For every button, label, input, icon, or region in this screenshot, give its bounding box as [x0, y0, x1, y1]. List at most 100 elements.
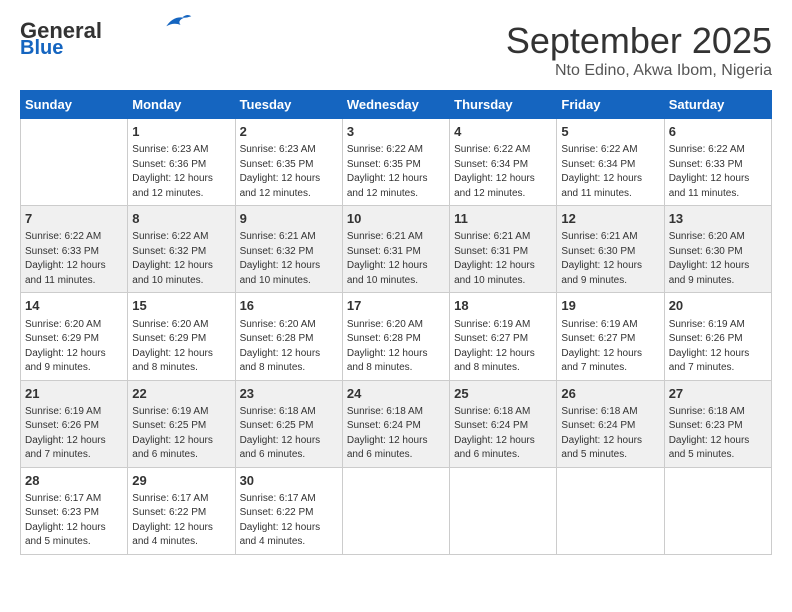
weekday-header-wednesday: Wednesday — [342, 91, 449, 119]
calendar-cell — [21, 119, 128, 206]
calendar-week-row: 21 Sunrise: 6:19 AM Sunset: 6:26 PM Dayli… — [21, 380, 772, 467]
day-number: 30 — [240, 472, 338, 490]
day-number: 11 — [454, 210, 552, 228]
day-info: Sunrise: 6:22 AM Sunset: 6:35 PM Dayligh… — [347, 143, 445, 201]
calendar-cell: 9 Sunrise: 6:21 AM Sunset: 6:32 PM Daylig… — [235, 206, 342, 293]
day-info: Sunrise: 6:23 AM Sunset: 6:35 PM Dayligh… — [240, 143, 338, 201]
calendar-cell: 13 Sunrise: 6:20 AM Sunset: 6:30 PM Dayli… — [664, 206, 771, 293]
calendar-cell — [557, 467, 664, 554]
calendar-cell: 8 Sunrise: 6:22 AM Sunset: 6:32 PM Daylig… — [128, 206, 235, 293]
day-info: Sunrise: 6:22 AM Sunset: 6:33 PM Dayligh… — [25, 230, 123, 288]
calendar-cell: 17Sunrise: 6:20 AM Sunset: 6:28 PM Dayli… — [342, 293, 449, 380]
title-block: September 2025 Nto Edino, Akwa Ibom, Nig… — [506, 20, 772, 80]
weekday-header-monday: Monday — [128, 91, 235, 119]
day-info: Sunrise: 6:22 AM Sunset: 6:34 PM Dayligh… — [454, 143, 552, 201]
calendar-cell: 7Sunrise: 6:22 AM Sunset: 6:33 PM Daylig… — [21, 206, 128, 293]
day-number: 15 — [132, 297, 230, 315]
calendar-cell: 12 Sunrise: 6:21 AM Sunset: 6:30 PM Dayli… — [557, 206, 664, 293]
day-info: Sunrise: 6:23 AM Sunset: 6:36 PM Dayligh… — [132, 143, 230, 201]
day-number: 16 — [240, 297, 338, 315]
day-info: Sunrise: 6:17 AM Sunset: 6:23 PM Dayligh… — [25, 492, 123, 550]
calendar-cell: 25Sunrise: 6:18 AM Sunset: 6:24 PM Dayli… — [450, 380, 557, 467]
day-info: Sunrise: 6:18 AM Sunset: 6:23 PM Dayligh… — [669, 405, 767, 463]
day-info: Sunrise: 6:19 AM Sunset: 6:26 PM Dayligh… — [669, 318, 767, 376]
calendar-cell: 1 Sunrise: 6:23 AM Sunset: 6:36 PM Daylig… — [128, 119, 235, 206]
calendar-cell: 30Sunrise: 6:17 AM Sunset: 6:22 PM Dayli… — [235, 467, 342, 554]
day-info: Sunrise: 6:21 AM Sunset: 6:30 PM Dayligh… — [561, 230, 659, 288]
weekday-header-saturday: Saturday — [664, 91, 771, 119]
calendar-cell: 26Sunrise: 6:18 AM Sunset: 6:24 PM Dayli… — [557, 380, 664, 467]
calendar-week-row: 7Sunrise: 6:22 AM Sunset: 6:33 PM Daylig… — [21, 206, 772, 293]
day-number: 24 — [347, 385, 445, 403]
calendar-cell: 27 Sunrise: 6:18 AM Sunset: 6:23 PM Dayli… — [664, 380, 771, 467]
day-number: 5 — [561, 123, 659, 141]
day-info: Sunrise: 6:20 AM Sunset: 6:29 PM Dayligh… — [25, 318, 123, 376]
weekday-header-friday: Friday — [557, 91, 664, 119]
day-number: 14 — [25, 297, 123, 315]
day-info: Sunrise: 6:18 AM Sunset: 6:24 PM Dayligh… — [347, 405, 445, 463]
day-info: Sunrise: 6:22 AM Sunset: 6:34 PM Dayligh… — [561, 143, 659, 201]
calendar-table: SundayMondayTuesdayWednesdayThursdayFrid… — [20, 90, 772, 555]
day-info: Sunrise: 6:17 AM Sunset: 6:22 PM Dayligh… — [132, 492, 230, 550]
day-number: 19 — [561, 297, 659, 315]
day-number: 22 — [132, 385, 230, 403]
day-number: 6 — [669, 123, 767, 141]
calendar-week-row: 1 Sunrise: 6:23 AM Sunset: 6:36 PM Daylig… — [21, 119, 772, 206]
day-info: Sunrise: 6:18 AM Sunset: 6:25 PM Dayligh… — [240, 405, 338, 463]
day-number: 1 — [132, 123, 230, 141]
day-info: Sunrise: 6:21 AM Sunset: 6:31 PM Dayligh… — [347, 230, 445, 288]
calendar-cell: 20 Sunrise: 6:19 AM Sunset: 6:26 PM Dayli… — [664, 293, 771, 380]
calendar-cell — [450, 467, 557, 554]
day-number: 23 — [240, 385, 338, 403]
calendar-cell: 19 Sunrise: 6:19 AM Sunset: 6:27 PM Dayli… — [557, 293, 664, 380]
day-info: Sunrise: 6:19 AM Sunset: 6:26 PM Dayligh… — [25, 405, 123, 463]
calendar-cell: 6 Sunrise: 6:22 AM Sunset: 6:33 PM Daylig… — [664, 119, 771, 206]
weekday-header-sunday: Sunday — [21, 91, 128, 119]
day-number: 13 — [669, 210, 767, 228]
page-header: General Blue September 2025 Nto Edino, A… — [20, 20, 772, 80]
calendar-cell: 28Sunrise: 6:17 AM Sunset: 6:23 PM Dayli… — [21, 467, 128, 554]
day-number: 20 — [669, 297, 767, 315]
day-info: Sunrise: 6:20 AM Sunset: 6:30 PM Dayligh… — [669, 230, 767, 288]
calendar-body: 1 Sunrise: 6:23 AM Sunset: 6:36 PM Daylig… — [21, 119, 772, 555]
day-number: 9 — [240, 210, 338, 228]
calendar-cell — [664, 467, 771, 554]
day-info: Sunrise: 6:21 AM Sunset: 6:31 PM Dayligh… — [454, 230, 552, 288]
day-number: 18 — [454, 297, 552, 315]
weekday-header-row: SundayMondayTuesdayWednesdayThursdayFrid… — [21, 91, 772, 119]
calendar-week-row: 28Sunrise: 6:17 AM Sunset: 6:23 PM Dayli… — [21, 467, 772, 554]
calendar-cell: 10 Sunrise: 6:21 AM Sunset: 6:31 PM Dayli… — [342, 206, 449, 293]
day-info: Sunrise: 6:19 AM Sunset: 6:25 PM Dayligh… — [132, 405, 230, 463]
day-number: 2 — [240, 123, 338, 141]
location-subtitle: Nto Edino, Akwa Ibom, Nigeria — [506, 62, 772, 80]
day-number: 12 — [561, 210, 659, 228]
calendar-cell: 15 Sunrise: 6:20 AM Sunset: 6:29 PM Dayli… — [128, 293, 235, 380]
calendar-cell: 21 Sunrise: 6:19 AM Sunset: 6:26 PM Dayli… — [21, 380, 128, 467]
day-number: 8 — [132, 210, 230, 228]
day-number: 25 — [454, 385, 552, 403]
day-number: 27 — [669, 385, 767, 403]
logo-bird-icon — [162, 12, 192, 32]
weekday-header-tuesday: Tuesday — [235, 91, 342, 119]
logo: General Blue — [20, 20, 192, 58]
day-number: 3 — [347, 123, 445, 141]
day-info: Sunrise: 6:19 AM Sunset: 6:27 PM Dayligh… — [561, 318, 659, 376]
logo-text-blue: Blue — [20, 38, 63, 58]
month-title: September 2025 — [506, 20, 772, 62]
day-info: Sunrise: 6:21 AM Sunset: 6:32 PM Dayligh… — [240, 230, 338, 288]
calendar-cell: 3 Sunrise: 6:22 AM Sunset: 6:35 PM Daylig… — [342, 119, 449, 206]
day-info: Sunrise: 6:22 AM Sunset: 6:33 PM Dayligh… — [669, 143, 767, 201]
day-info: Sunrise: 6:22 AM Sunset: 6:32 PM Dayligh… — [132, 230, 230, 288]
day-number: 21 — [25, 385, 123, 403]
calendar-cell: 16 Sunrise: 6:20 AM Sunset: 6:28 PM Dayli… — [235, 293, 342, 380]
day-info: Sunrise: 6:20 AM Sunset: 6:28 PM Dayligh… — [240, 318, 338, 376]
day-info: Sunrise: 6:20 AM Sunset: 6:29 PM Dayligh… — [132, 318, 230, 376]
day-number: 29 — [132, 472, 230, 490]
day-number: 10 — [347, 210, 445, 228]
calendar-cell: 18 Sunrise: 6:19 AM Sunset: 6:27 PM Dayli… — [450, 293, 557, 380]
calendar-cell — [342, 467, 449, 554]
calendar-header: SundayMondayTuesdayWednesdayThursdayFrid… — [21, 91, 772, 119]
calendar-cell: 14 Sunrise: 6:20 AM Sunset: 6:29 PM Dayli… — [21, 293, 128, 380]
calendar-cell: 2 Sunrise: 6:23 AM Sunset: 6:35 PM Daylig… — [235, 119, 342, 206]
day-info: Sunrise: 6:19 AM Sunset: 6:27 PM Dayligh… — [454, 318, 552, 376]
